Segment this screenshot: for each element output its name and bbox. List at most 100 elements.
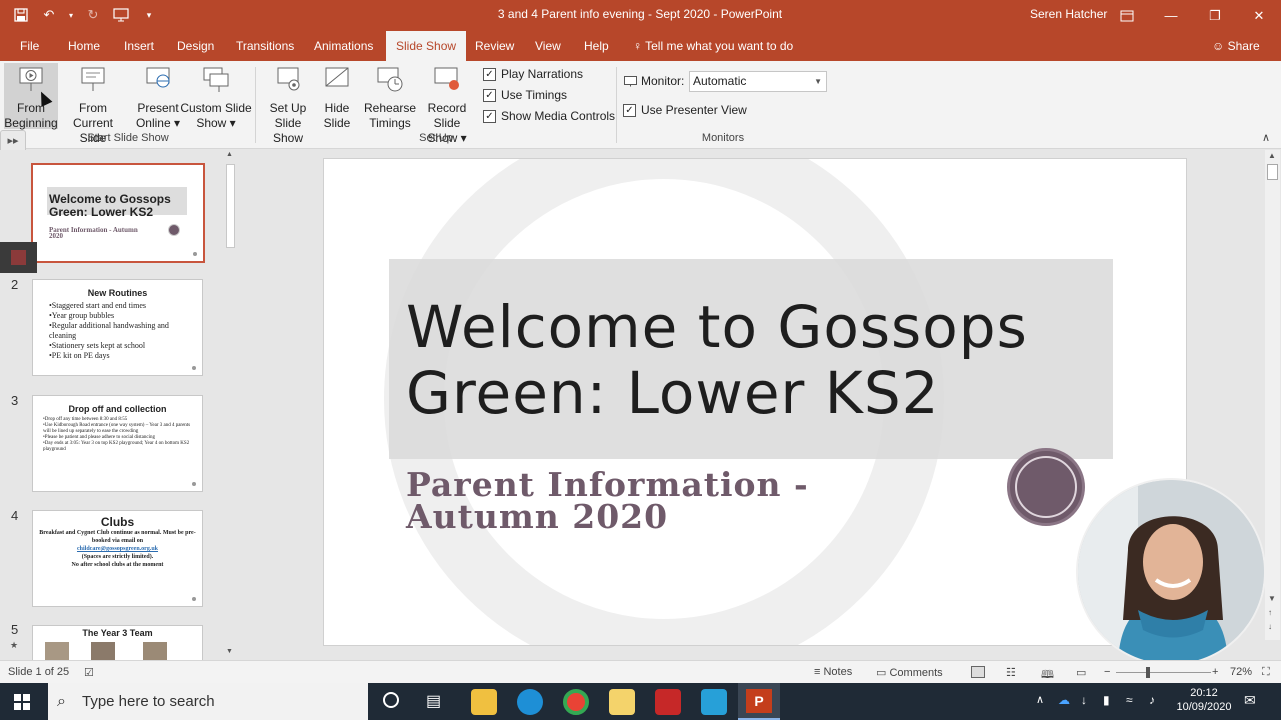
windows-taskbar: ⌕ Type here to search ▤ P ∧ ☁ ↓ ▮ ≈ ♪ 20… xyxy=(0,683,1281,720)
use-presenter-view-checkbox[interactable]: ✓ Use Presenter View xyxy=(623,103,747,117)
fit-to-window-icon[interactable]: ⛶ xyxy=(1262,666,1270,679)
start-from-beginning-icon[interactable] xyxy=(110,5,132,25)
volume-icon[interactable]: ♪ xyxy=(1149,693,1155,707)
slide-thumbnail-4[interactable]: Clubs Breakfast and Cygnet Club continue… xyxy=(32,510,203,607)
tab-file[interactable]: File xyxy=(18,31,41,61)
webcam-overlay xyxy=(1076,478,1266,666)
purple-seal-icon xyxy=(1007,448,1085,526)
rehearse-timings-button[interactable]: Rehearse Timings xyxy=(364,65,416,131)
use-timings-checkbox[interactable]: ✓ Use Timings xyxy=(483,88,567,102)
slide-scrollbar[interactable]: ▲ ▼ ↑ ↓ xyxy=(1265,150,1280,640)
expand-icon[interactable]: ▸▸ xyxy=(1,134,25,147)
slide-number-2: 2 xyxy=(11,277,19,292)
scroll-up-icon[interactable]: ▲ xyxy=(1268,151,1276,160)
play-narrations-checkbox[interactable]: ✓ Play Narrations xyxy=(483,67,583,81)
app-icon[interactable] xyxy=(701,689,727,715)
slide-thumbnail-2[interactable]: New Routines •Staggered start and end ti… xyxy=(32,279,203,376)
tab-slide-show[interactable]: Slide Show xyxy=(386,31,467,61)
scroll-thumb[interactable] xyxy=(226,164,235,248)
powerpoint-taskbar-button[interactable]: P xyxy=(738,683,780,720)
show-media-controls-checkbox[interactable]: ✓ Show Media Controls xyxy=(483,109,615,123)
notifications-icon[interactable]: ✉ xyxy=(1244,692,1256,709)
tell-me-search[interactable]: ♀ Tell me what you want to do xyxy=(633,31,793,61)
slide-show-view-icon[interactable]: ▭ xyxy=(1076,666,1086,679)
onedrive-icon[interactable]: ☁ xyxy=(1058,693,1070,707)
dot-icon xyxy=(192,482,196,486)
battery-icon[interactable]: ▮ xyxy=(1103,693,1110,707)
edge-icon[interactable] xyxy=(517,689,543,715)
slide-sorter-icon[interactable]: ☷ xyxy=(1006,666,1016,679)
cortana-icon[interactable] xyxy=(383,692,399,708)
hide-slide-button[interactable]: Hide Slide xyxy=(320,65,354,131)
monitor-value: Automatic xyxy=(693,74,747,88)
tab-view[interactable]: View xyxy=(533,31,563,61)
zoom-in-icon[interactable]: + xyxy=(1212,666,1218,678)
acrobat-icon[interactable] xyxy=(655,689,681,715)
normal-view-icon[interactable] xyxy=(971,666,985,678)
comment-icon: ▭ xyxy=(876,667,887,679)
zoom-level[interactable]: 72% xyxy=(1230,666,1252,678)
notes-button[interactable]: ≡ Notes xyxy=(814,666,852,678)
slide-thumbnail-3[interactable]: Drop off and collection •Drop off any ti… xyxy=(32,395,203,492)
spell-check-icon[interactable]: ☑ xyxy=(84,666,94,679)
wifi-icon[interactable]: ≈ xyxy=(1126,693,1133,707)
slide-subtitle[interactable]: Parent Information - Autumn 2020 xyxy=(406,468,886,533)
tab-transitions[interactable]: Transitions xyxy=(234,31,296,61)
zoom-slider-thumb[interactable] xyxy=(1146,667,1150,678)
chrome-icon[interactable] xyxy=(563,689,589,715)
thumb-3-line: •Use Kidborough Road entrance (one way s… xyxy=(43,423,191,434)
window-controls: — ❐ ✕ xyxy=(1105,0,1281,31)
tab-insert[interactable]: Insert xyxy=(122,31,156,61)
close-icon[interactable]: ✕ xyxy=(1237,0,1281,31)
tab-design[interactable]: Design xyxy=(175,31,216,61)
scroll-thumb[interactable] xyxy=(1267,164,1278,180)
minimize-icon[interactable]: — xyxy=(1149,0,1193,31)
scroll-down-icon[interactable]: ▼ xyxy=(226,648,233,655)
redo-icon[interactable]: ↻ xyxy=(82,5,104,25)
clock[interactable]: 20:12 10/09/2020 xyxy=(1172,686,1236,714)
customize-qat-icon[interactable]: ▾ xyxy=(138,5,160,25)
collapse-ribbon-icon[interactable]: ∧ xyxy=(1262,131,1270,144)
task-view-icon[interactable]: ▤ xyxy=(426,691,441,711)
scroll-down-icon[interactable]: ▼ xyxy=(1268,594,1276,603)
thumbnail-scrollbar[interactable]: ▲ ▼ xyxy=(224,150,237,660)
sticky-notes-icon[interactable] xyxy=(609,689,635,715)
slide-thumbnail-1[interactable]: Welcome to Gossops Green: Lower KS2 Pare… xyxy=(31,163,205,263)
lightbulb-icon: ♀ xyxy=(633,39,642,53)
zoom-out-icon[interactable]: − xyxy=(1104,666,1110,678)
next-slide-icon[interactable]: ↓ xyxy=(1268,622,1272,631)
zoom-slider[interactable] xyxy=(1116,672,1211,673)
tab-home[interactable]: Home xyxy=(66,31,102,61)
slide-title[interactable]: Welcome to Gossops Green: Lower KS2 xyxy=(406,294,1106,426)
tab-animations[interactable]: Animations xyxy=(312,31,375,61)
tell-me-label: Tell me what you want to do xyxy=(645,39,794,53)
share-button[interactable]: ☺ Share xyxy=(1212,31,1260,61)
rehearse-timings-icon xyxy=(377,67,403,92)
restore-icon[interactable]: ❐ xyxy=(1193,0,1237,31)
tab-review[interactable]: Review xyxy=(473,31,516,61)
hide-slide-label-2: Slide xyxy=(323,116,351,130)
user-name[interactable]: Seren Hatcher xyxy=(1030,7,1107,21)
checkmark-icon: ✓ xyxy=(483,109,496,123)
microphone-icon[interactable]: ↓ xyxy=(1081,693,1087,707)
windows-start-icon[interactable] xyxy=(14,694,30,713)
undo-icon[interactable]: ↶ xyxy=(38,5,60,25)
status-bar: Slide 1 of 25 ☑ ≡ Notes ▭ Comments ☷ 🕮 ▭… xyxy=(0,660,1281,683)
current-slide[interactable]: Welcome to Gossops Green: Lower KS2 Pare… xyxy=(323,158,1187,646)
scroll-up-icon[interactable]: ▲ xyxy=(226,151,233,158)
taskbar-search-input[interactable]: ⌕ Type here to search xyxy=(48,683,368,720)
file-explorer-icon[interactable] xyxy=(471,689,497,715)
undo-dropdown-icon[interactable]: ▾ xyxy=(66,5,76,25)
monitor-dropdown[interactable]: Automatic ▼ xyxy=(689,71,827,92)
save-icon[interactable] xyxy=(10,5,32,25)
present-online-button[interactable]: Present Online ▾ xyxy=(132,65,184,131)
show-hidden-icons-icon[interactable]: ∧ xyxy=(1036,693,1044,706)
ribbon-display-options-icon[interactable] xyxy=(1105,0,1149,31)
comments-button[interactable]: ▭ Comments xyxy=(876,666,943,679)
tab-help[interactable]: Help xyxy=(582,31,611,61)
slide-thumbnail-5[interactable]: The Year 3 Team xyxy=(32,625,203,660)
recording-stop-button[interactable] xyxy=(0,242,37,273)
presenter-view-label: Use Presenter View xyxy=(641,103,747,117)
previous-slide-icon[interactable]: ↑ xyxy=(1268,608,1272,617)
custom-slide-show-button[interactable]: Custom Slide Show ▾ xyxy=(180,65,252,131)
